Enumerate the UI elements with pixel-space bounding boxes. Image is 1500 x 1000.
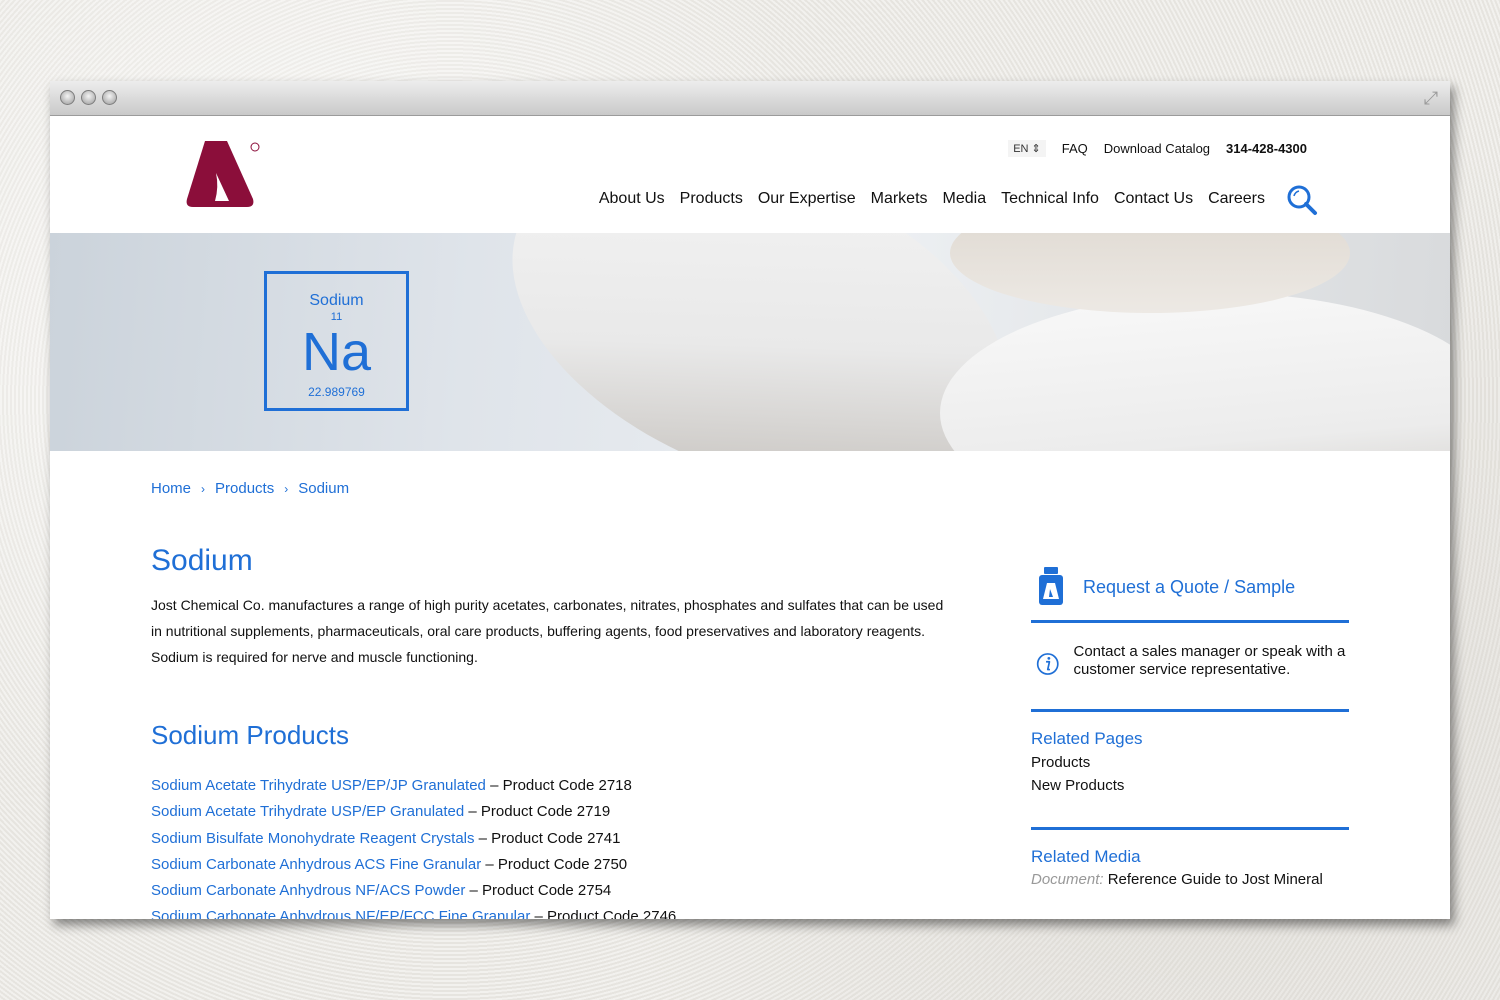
language-label: EN [1013,143,1029,155]
related-page-link[interactable]: New Products [1031,774,1349,797]
download-catalog-link[interactable]: Download Catalog [1104,141,1210,156]
browser-window: ⤢ EN ⇕ FAQ Download Catalog 314-428-4300… [50,81,1450,919]
products-heading: Sodium Products [151,720,349,750]
contact-info-text[interactable]: Contact a sales manager or speak with a … [1073,643,1349,685]
list-item: Sodium Carbonate Anhydrous ACS Fine Gran… [151,852,951,878]
utility-bar: EN ⇕ FAQ Download Catalog 314-428-4300 [1008,140,1307,157]
company-logo[interactable] [185,139,265,209]
breadcrumb-separator: › [284,482,289,496]
media-title: Reference Guide to Jost Mineral [1103,871,1323,888]
breadcrumb-home[interactable]: Home [151,480,191,498]
nav-about-us[interactable]: About Us [599,190,665,208]
page-title: Sodium [151,544,253,577]
tablet-image [940,293,1450,451]
divider [1031,709,1349,712]
window-controls [60,90,117,105]
browser-titlebar: ⤢ [50,81,1450,116]
intro-paragraph: Jost Chemical Co. manufactures a range o… [151,597,944,665]
related-media-item[interactable]: Document: Reference Guide to Jost Minera… [1031,871,1349,888]
website: EN ⇕ FAQ Download Catalog 314-428-4300 A… [50,116,1450,919]
product-code: – Product Code 2719 [464,803,611,821]
product-code: – Product Code 2754 [465,882,612,900]
divider [1031,827,1349,830]
phone-number[interactable]: 314-428-4300 [1226,141,1307,156]
atomic-mass: 22.989769 [308,385,365,399]
list-item: Sodium Acetate Trihydrate USP/EP Granula… [151,799,951,825]
site-header: EN ⇕ FAQ Download Catalog 314-428-4300 A… [50,116,1450,233]
product-link[interactable]: Sodium Acetate Trihydrate USP/EP Granula… [151,803,464,820]
product-link[interactable]: Sodium Acetate Trihydrate USP/EP/JP Gran… [151,777,486,794]
search-icon[interactable] [1286,184,1318,216]
periodic-element-tile: Sodium 11 Na 22.989769 [264,271,409,411]
element-name: Sodium [309,292,364,309]
list-item: Sodium Acetate Trihydrate USP/EP/JP Gran… [151,773,951,799]
related-pages-list: Products New Products [1031,751,1349,827]
fullscreen-icon[interactable]: ⤢ [1420,87,1442,109]
related-media-heading: Related Media [1031,847,1141,866]
request-quote-button[interactable]: Request a Quote / Sample [1031,562,1349,612]
zoom-window-button[interactable] [102,90,117,105]
nav-technical-info[interactable]: Technical Info [1001,190,1099,208]
faq-link[interactable]: FAQ [1062,141,1088,156]
nav-contact-us[interactable]: Contact Us [1114,190,1193,208]
nav-careers[interactable]: Careers [1208,190,1265,208]
product-link[interactable]: Sodium Carbonate Anhydrous NF/EP/FCC Fin… [151,908,530,919]
breadcrumb-separator: › [201,482,206,496]
list-item: Sodium Carbonate Anhydrous NF/EP/FCC Fin… [151,904,951,919]
main-nav: About Us Products Our Expertise Markets … [599,190,1265,208]
contact-info-box: Contact a sales manager or speak with a … [1031,623,1349,709]
close-window-button[interactable] [60,90,75,105]
main-content: Sodium Jost Chemical Co. manufactures a … [151,544,951,919]
related-page-link[interactable]: Products [1031,751,1349,774]
breadcrumb: Home › Products › Sodium [151,480,349,498]
product-code: – Product Code 2750 [481,855,628,873]
element-symbol: Na [301,322,372,382]
product-link[interactable]: Sodium Bisulfate Monohydrate Reagent Cry… [151,830,475,847]
breadcrumb-products[interactable]: Products [215,480,274,498]
nav-media[interactable]: Media [943,190,987,208]
info-icon [1036,653,1059,675]
minimize-window-button[interactable] [81,90,96,105]
language-select[interactable]: EN ⇕ [1008,140,1046,157]
flask-logo-icon [186,141,260,207]
nav-products[interactable]: Products [680,190,743,208]
product-code: – Product Code 2741 [474,829,621,847]
nav-markets[interactable]: Markets [871,190,928,208]
breadcrumb-sodium[interactable]: Sodium [298,480,349,498]
list-item: Sodium Bisulfate Monohydrate Reagent Cry… [151,826,951,852]
product-list: Sodium Acetate Trihydrate USP/EP/JP Gran… [151,773,951,919]
nav-our-expertise[interactable]: Our Expertise [758,190,856,208]
product-code: – Product Code 2746 [530,908,677,919]
hero-banner: Sodium 11 Na 22.989769 [50,233,1450,451]
media-type: Document: [1031,871,1104,888]
related-pages-heading: Related Pages [1031,729,1143,748]
product-link[interactable]: Sodium Carbonate Anhydrous ACS Fine Gran… [151,856,481,873]
sample-bottle-icon [1039,567,1063,605]
list-item: Sodium Carbonate Anhydrous NF/ACS Powder… [151,878,951,904]
product-code: – Product Code 2718 [485,777,632,794]
sidebar: Request a Quote / Sample Contact a sales… [1031,562,1349,888]
product-link[interactable]: Sodium Carbonate Anhydrous NF/ACS Powder [151,882,465,899]
request-quote-label: Request a Quote / Sample [1083,576,1296,597]
